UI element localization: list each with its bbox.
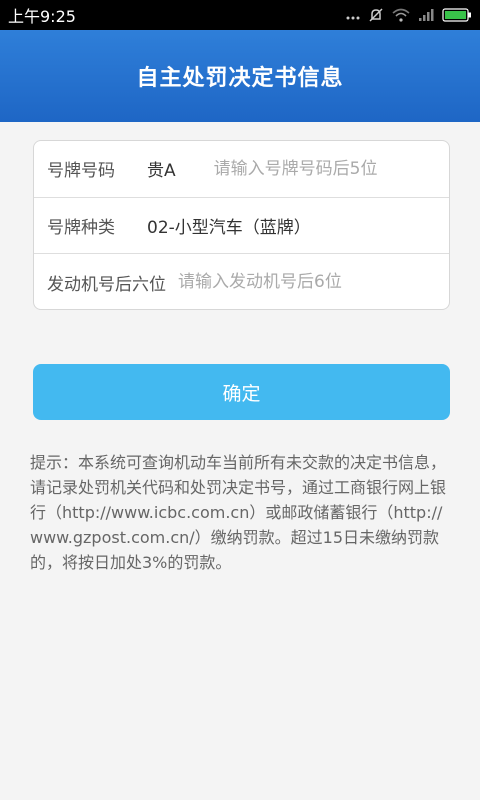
plate-prefix-selector[interactable]: 贵A	[147, 156, 176, 181]
status-time: 上午9:25	[8, 7, 76, 26]
plate-number-row: 号牌号码 贵A	[34, 141, 449, 198]
signal-icon	[418, 8, 434, 22]
query-form: 号牌号码 贵A 号牌种类 02-小型汽车（蓝牌） 发动机号后六位	[33, 140, 450, 310]
plate-type-row[interactable]: 号牌种类 02-小型汽车（蓝牌）	[34, 198, 449, 255]
confirm-button[interactable]: 确定	[33, 364, 450, 420]
plate-type-label: 号牌种类	[47, 217, 115, 238]
page-title: 自主处罚决定书信息	[136, 66, 344, 91]
battery-icon	[442, 8, 472, 22]
status-icons	[346, 7, 472, 23]
engine-number-label: 发动机号后六位	[47, 274, 166, 295]
plate-type-select[interactable]: 02-小型汽车（蓝牌）	[147, 213, 311, 238]
dots-icon	[346, 8, 360, 22]
wifi-icon	[392, 8, 410, 22]
title-bar: 自主处罚决定书信息	[0, 30, 480, 122]
hint-text: 提示：本系统可查询机动车当前所有未交款的决定书信息，请记录处罚机关代码和处罚决定…	[30, 453, 447, 572]
mute-icon	[368, 7, 384, 23]
status-bar: 上午9:25	[0, 0, 480, 30]
plate-number-input[interactable]	[213, 158, 414, 179]
plate-number-label: 号牌号码	[47, 161, 115, 182]
engine-number-row: 发动机号后六位	[34, 254, 449, 309]
engine-number-input[interactable]	[178, 272, 398, 293]
